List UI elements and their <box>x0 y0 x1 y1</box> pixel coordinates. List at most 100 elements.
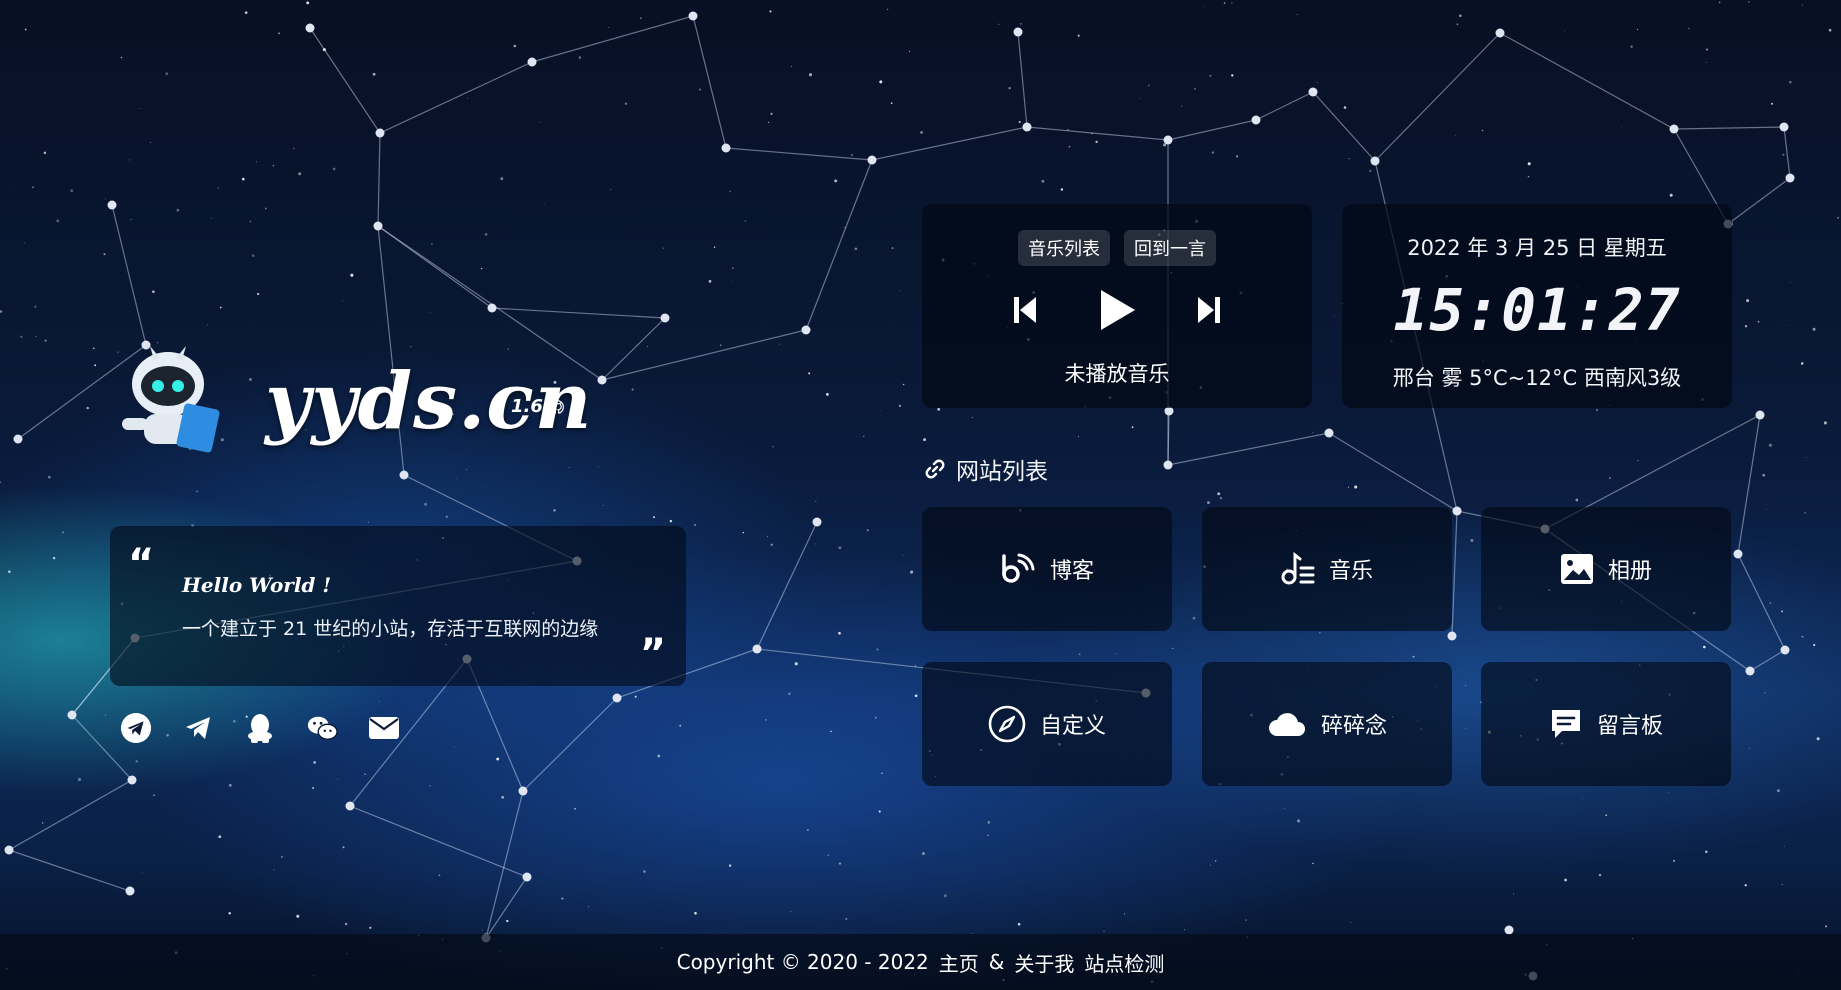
github-icon[interactable] <box>549 399 565 415</box>
star <box>863 435 865 438</box>
star <box>1718 1 1721 4</box>
site-tile-blog[interactable]: 博客 <box>922 507 1172 631</box>
star <box>207 324 208 326</box>
site-tile-custom[interactable]: 自定义 <box>922 662 1172 786</box>
star <box>807 829 809 831</box>
email-icon[interactable] <box>368 712 400 744</box>
site-tile-music[interactable]: 音乐 <box>1202 507 1452 631</box>
star <box>908 50 911 53</box>
star <box>176 208 180 212</box>
site-tile-album[interactable]: 相册 <box>1481 507 1731 631</box>
star <box>1762 473 1766 477</box>
star <box>923 438 927 442</box>
star <box>52 556 56 560</box>
star <box>506 919 509 923</box>
play-icon[interactable] <box>1097 288 1137 332</box>
constellation-line <box>1783 126 1791 179</box>
star <box>1563 30 1565 32</box>
star <box>272 165 274 167</box>
star <box>543 203 545 204</box>
star <box>12 191 14 193</box>
next-track-icon[interactable] <box>1195 294 1223 326</box>
constellation-line <box>1017 31 1028 128</box>
star <box>794 662 798 666</box>
star <box>35 336 37 338</box>
star <box>1636 28 1639 31</box>
telegram-plane-icon[interactable] <box>182 712 214 744</box>
star <box>1312 431 1314 434</box>
constellation-line <box>1499 32 1675 130</box>
star <box>561 897 564 900</box>
constellation-node <box>752 644 762 654</box>
date-display: 2022 年 3 月 25 日 星期五 <box>1407 236 1667 260</box>
star <box>657 754 661 758</box>
star <box>44 339 47 342</box>
star <box>256 161 257 163</box>
star <box>1068 145 1071 148</box>
star <box>875 717 877 719</box>
star <box>634 695 637 698</box>
footer-home-link[interactable]: 主页 <box>939 948 979 977</box>
site-tile-label: 相册 <box>1607 559 1652 584</box>
star <box>866 529 869 532</box>
star <box>603 504 604 506</box>
constellation-node <box>1163 135 1173 145</box>
star <box>790 910 792 912</box>
star <box>281 856 283 858</box>
star <box>480 267 483 270</box>
constellation-node <box>1755 410 1765 420</box>
constellation-node <box>867 155 877 165</box>
star <box>1245 919 1247 921</box>
clock-display: 15:01:27 <box>1393 276 1681 344</box>
star <box>1184 929 1186 931</box>
constellation-node <box>522 872 532 882</box>
constellation-line <box>601 317 666 381</box>
star <box>568 466 570 469</box>
hitokoto-quote-card[interactable]: “ Hello World ! 一个建立于 21 世纪的小站，存活于互联网的边缘… <box>110 526 686 686</box>
telegram-circle-icon[interactable] <box>120 712 152 744</box>
star <box>647 346 648 347</box>
footer-status-link[interactable]: 站点检测 <box>1084 948 1164 977</box>
star <box>211 217 213 219</box>
copyright-text: Copyright © 2020 - 2022 <box>676 950 929 974</box>
constellation-line <box>1167 119 1257 141</box>
site-version[interactable]: v 1.6 <box>493 396 565 417</box>
star <box>808 73 813 77</box>
star <box>1801 4 1803 6</box>
constellation-line <box>349 805 528 878</box>
star <box>815 500 817 502</box>
star <box>332 167 336 171</box>
star <box>1204 7 1206 8</box>
star <box>1744 324 1748 328</box>
site-tile-guestbook[interactable]: 留言板 <box>1481 662 1731 786</box>
wechat-icon[interactable] <box>306 712 338 744</box>
constellation-node <box>1669 124 1679 134</box>
qq-icon[interactable] <box>244 712 276 744</box>
back-to-quote-button[interactable]: 回到一言 <box>1124 230 1216 266</box>
music-tabs: 音乐列表 回到一言 <box>922 230 1312 266</box>
music-list-button[interactable]: 音乐列表 <box>1018 230 1110 266</box>
star <box>165 72 169 76</box>
site-logo[interactable]: yyds.cn v 1.6 <box>110 336 610 466</box>
site-tile-thoughts[interactable]: 碎碎念 <box>1202 662 1452 786</box>
star <box>1103 930 1105 932</box>
star <box>264 207 267 210</box>
previous-track-icon[interactable] <box>1011 294 1039 326</box>
star <box>310 36 311 38</box>
constellation-line <box>1374 32 1501 162</box>
constellation-node <box>4 845 14 855</box>
star <box>1781 883 1783 886</box>
star <box>987 834 989 836</box>
constellation-node <box>373 221 383 231</box>
star <box>830 730 832 733</box>
star <box>1077 34 1080 37</box>
star <box>0 310 3 313</box>
constellation-line <box>805 159 873 331</box>
star <box>643 870 646 873</box>
star <box>878 810 881 813</box>
star <box>1608 477 1611 480</box>
star <box>483 703 485 705</box>
star <box>1669 193 1673 197</box>
star <box>772 445 774 448</box>
footer-about-link[interactable]: 关于我 <box>1014 948 1074 977</box>
